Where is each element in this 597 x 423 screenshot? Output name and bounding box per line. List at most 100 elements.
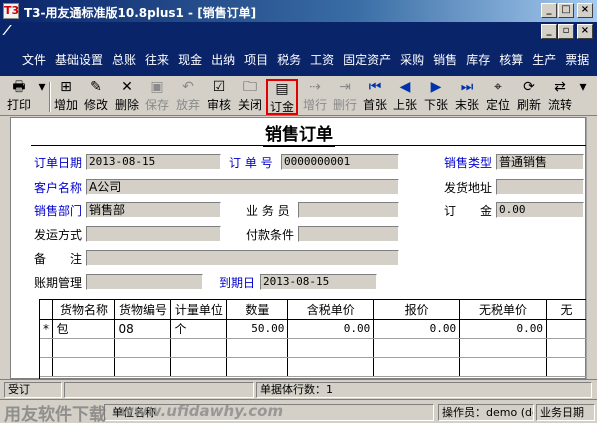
save-button[interactable]: ▣ 保存: [143, 79, 171, 115]
menu-fixed-assets[interactable]: 固定资产: [343, 51, 391, 68]
chevron-down-icon: ▾: [38, 79, 46, 95]
status-row-count: 单据体行数：1: [256, 382, 592, 398]
close-doc-button[interactable]: 🗀 关闭: [236, 79, 264, 115]
locate-button[interactable]: ⌖ 定位: [484, 79, 512, 115]
grid-header-cell[interactable]: 无税单价: [459, 300, 547, 320]
prev-icon: ◀: [399, 79, 411, 95]
status-bar: 受订 单据体行数：1: [0, 379, 597, 399]
table-row[interactable]: [40, 357, 588, 377]
order-deposit-button[interactable]: ▤ 订金: [266, 79, 298, 115]
last-button[interactable]: ⏭ 末张: [453, 79, 481, 115]
due-date-field[interactable]: 2013-08-15: [260, 274, 377, 290]
grid-cell[interactable]: 0.00: [459, 319, 547, 339]
grid-header-cell[interactable]: 含税单价: [287, 300, 375, 320]
status-left: 受订: [4, 382, 62, 398]
undo-icon: ↶: [182, 79, 194, 95]
menu-production[interactable]: 生产: [532, 51, 556, 68]
grid-cell[interactable]: 个: [170, 319, 228, 339]
order-date-field[interactable]: 2013-08-15: [86, 154, 221, 170]
next-icon: ▶: [430, 79, 442, 95]
order-no-field[interactable]: 0000000001: [281, 154, 399, 170]
table-row[interactable]: [40, 338, 588, 358]
flow-dropdown[interactable]: ▾: [577, 79, 589, 115]
menu-cashier[interactable]: 出纳: [211, 51, 235, 68]
payment-field[interactable]: [298, 226, 399, 242]
grid-cell[interactable]: 0.00: [373, 319, 461, 339]
add-row-icon: ⇢: [309, 79, 321, 95]
remark-field[interactable]: [86, 250, 399, 266]
modify-button[interactable]: ✎ 修改: [82, 79, 110, 115]
print-button[interactable]: 🖶 打印: [4, 79, 34, 115]
first-icon: ⏮: [368, 79, 382, 95]
dept-field[interactable]: 销售部: [86, 202, 221, 218]
ship-method-field[interactable]: [86, 226, 221, 242]
delete-button[interactable]: ✕ 删除: [113, 79, 141, 115]
discard-button[interactable]: ↶ 放弃: [174, 79, 202, 115]
child-restore-button[interactable]: ▫: [558, 24, 574, 39]
ship-address-label: 发货地址: [444, 181, 493, 195]
sales-type-field[interactable]: 普通销售: [496, 154, 584, 170]
sales-order-form: 销售订单 订单日期 2013-08-15 订 单 号 0000000001 销售…: [10, 117, 588, 380]
app-icon: T3: [3, 3, 20, 19]
menu-inventory[interactable]: 库存: [466, 51, 490, 68]
first-button[interactable]: ⏮ 首张: [361, 79, 389, 115]
grid-cell[interactable]: 08: [114, 319, 172, 339]
grid-header-row: 货物名称 货物编号 计量单位 数量 含税单价 报价 无税单价 无: [40, 300, 588, 320]
add-button[interactable]: ⊞ 增加: [52, 79, 80, 115]
salesman-field[interactable]: [298, 202, 399, 218]
menu-costing[interactable]: 核算: [499, 51, 523, 68]
delete-row-icon: ⇥: [339, 79, 351, 95]
payment-label: 付款条件: [246, 228, 295, 242]
period-field[interactable]: [86, 274, 203, 290]
chevron-down-icon: ▾: [579, 79, 587, 95]
folder-icon: 🗀: [243, 79, 257, 95]
print-dropdown[interactable]: ▾: [36, 79, 48, 115]
grid-cell[interactable]: 50.00: [226, 319, 289, 339]
menu-basic-settings[interactable]: 基础设置: [55, 51, 103, 68]
audit-button[interactable]: ☑ 审核: [205, 79, 233, 115]
next-button[interactable]: ▶ 下张: [422, 79, 450, 115]
document-system-menu-icon[interactable]: ⁄: [6, 24, 8, 39]
menu-bills[interactable]: 票据: [565, 51, 589, 68]
vertical-scrollbar[interactable]: [586, 117, 597, 379]
grid-header-cell[interactable]: 货物编号: [114, 300, 172, 320]
remark-label: 备 注: [34, 252, 83, 266]
grid-cell[interactable]: 包: [52, 319, 116, 339]
grid-header-cell[interactable]: 计量单位: [170, 300, 228, 320]
menu-bar: 文件 基础设置 总账 往来 现金 出纳 项目 税务 工资 固定资产 采购 销售 …: [0, 42, 597, 76]
menu-project[interactable]: 项目: [244, 51, 268, 68]
close-button[interactable]: ×: [577, 3, 593, 18]
menu-ledger[interactable]: 总账: [112, 51, 136, 68]
table-row[interactable]: * 包 08 个 50.00 0.00 0.00 0.00: [40, 319, 588, 339]
menu-transactions[interactable]: 往来: [145, 51, 169, 68]
grid-cell[interactable]: [546, 319, 588, 339]
refresh-button[interactable]: ⟳ 刷新: [515, 79, 543, 115]
audit-icon: ☑: [212, 79, 226, 95]
flow-button[interactable]: ⇄ 流转: [546, 79, 574, 115]
grid-header-cell[interactable]: 报价: [373, 300, 461, 320]
flow-icon: ⇄: [554, 79, 566, 95]
printer-icon: 🖶: [12, 79, 26, 95]
ship-address-field[interactable]: [496, 179, 584, 195]
add-row-button[interactable]: ⇢ 增行: [301, 79, 329, 115]
prev-button[interactable]: ◀ 上张: [391, 79, 419, 115]
grid-header-marker: [40, 300, 54, 320]
delete-row-button[interactable]: ⇥ 删行: [331, 79, 359, 115]
grid-header-cell[interactable]: 货物名称: [52, 300, 116, 320]
minimize-button[interactable]: _: [541, 3, 557, 18]
menu-sales[interactable]: 销售: [433, 51, 457, 68]
child-close-button[interactable]: ×: [577, 24, 593, 39]
customer-field[interactable]: A公司: [86, 179, 399, 195]
deposit-field[interactable]: 0.00: [496, 202, 584, 218]
menu-payroll[interactable]: 工资: [310, 51, 334, 68]
menu-cash[interactable]: 现金: [178, 51, 202, 68]
maximize-button[interactable]: □: [558, 3, 574, 18]
menu-purchase[interactable]: 采购: [400, 51, 424, 68]
grid-cell[interactable]: 0.00: [287, 319, 375, 339]
last-icon: ⏭: [460, 79, 474, 95]
menu-file[interactable]: 文件: [22, 51, 46, 68]
grid-header-cell[interactable]: 数量: [226, 300, 289, 320]
grid-header-cell[interactable]: 无: [546, 300, 588, 320]
child-minimize-button[interactable]: _: [541, 24, 557, 39]
menu-tax[interactable]: 税务: [277, 51, 301, 68]
